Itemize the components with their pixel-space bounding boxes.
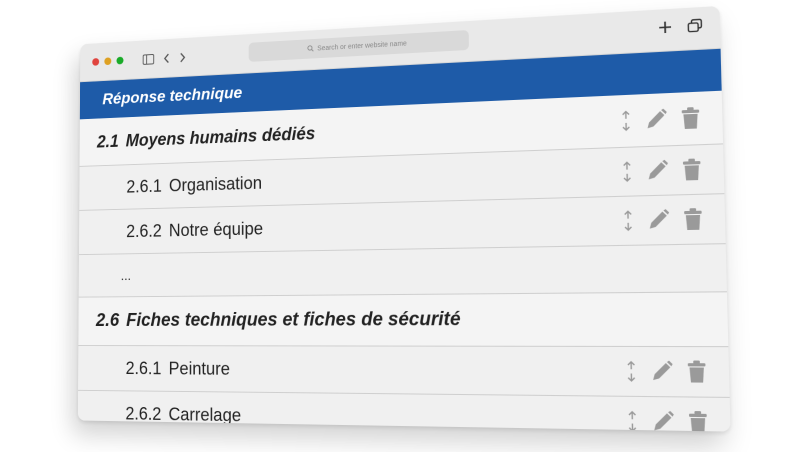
section-label: 2.1 Moyens humains dédiés — [80, 123, 316, 152]
subsection-title: Peinture — [168, 358, 230, 379]
move-up-down-icon[interactable] — [620, 110, 631, 131]
close-window-button[interactable] — [92, 58, 100, 66]
ellipsis: ... — [120, 267, 132, 283]
pencil-icon[interactable] — [646, 208, 670, 232]
subsection-label: 2.6.1 Organisation — [79, 173, 262, 199]
forward-icon[interactable] — [179, 52, 186, 63]
subsection-title: Carrelage — [168, 403, 242, 425]
pencil-icon[interactable] — [651, 410, 676, 432]
subsection-title: Notre équipe — [168, 218, 264, 240]
address-bar[interactable]: Search or enter website name — [248, 29, 469, 62]
navigation-controls — [143, 52, 186, 65]
toolbar-actions — [658, 18, 703, 39]
row-actions — [627, 410, 709, 432]
subsection-label: 2.6.2 Notre équipe — [79, 218, 263, 242]
stage: Search or enter website name Réponse tec… — [0, 0, 800, 452]
subsection-number: 2.6.1 — [126, 175, 162, 196]
move-up-down-icon[interactable] — [623, 210, 634, 231]
section-row[interactable]: 2.6 Fiches techniques et fiches de sécur… — [78, 292, 729, 348]
trash-icon[interactable] — [687, 360, 707, 384]
row-actions — [620, 106, 700, 132]
minimize-window-button[interactable] — [104, 57, 112, 66]
section-label: 2.6 Fiches techniques et fiches de sécur… — [78, 308, 461, 332]
row-actions — [623, 207, 704, 232]
pencil-icon[interactable] — [645, 159, 669, 183]
subsection-label: 2.6.2 Carrelage — [78, 403, 241, 426]
subsection-number: 2.6.1 — [125, 358, 162, 378]
back-icon[interactable] — [163, 53, 170, 64]
subsection-label: 2.6.1 Peinture — [78, 358, 230, 379]
search-icon — [307, 44, 314, 53]
subsection-number: 2.6.2 — [125, 403, 162, 424]
row-actions — [626, 360, 707, 384]
trash-icon[interactable] — [688, 410, 709, 432]
trash-icon[interactable] — [682, 158, 702, 182]
move-up-down-icon[interactable] — [627, 411, 638, 432]
page-title: Réponse technique — [102, 83, 243, 109]
trash-icon[interactable] — [681, 106, 701, 130]
trash-icon[interactable] — [683, 207, 703, 231]
tab-overview-icon[interactable] — [687, 18, 703, 38]
sidebar-toggle-icon[interactable] — [143, 53, 154, 64]
pencil-icon[interactable] — [644, 108, 668, 132]
move-up-down-icon[interactable] — [622, 161, 633, 182]
section-title: Moyens humains dédiés — [125, 122, 316, 150]
new-tab-icon[interactable] — [658, 20, 672, 39]
move-up-down-icon[interactable] — [626, 361, 637, 382]
subsection-row[interactable]: 2.6.2 Carrelage — [77, 390, 731, 432]
section-title: Fiches techniques et fiches de sécurité — [126, 308, 461, 331]
section-number: 2.6 — [95, 310, 120, 331]
section-number: 2.1 — [96, 131, 119, 151]
address-placeholder: Search or enter website name — [317, 40, 407, 52]
subsection-row[interactable]: 2.6.1 Peinture — [78, 346, 730, 398]
traffic-lights — [92, 56, 124, 66]
row-actions — [622, 158, 702, 183]
maximize-window-button[interactable] — [116, 56, 124, 65]
subsection-number: 2.6.2 — [126, 220, 162, 241]
pencil-icon[interactable] — [649, 360, 674, 384]
browser-window: Search or enter website name Réponse tec… — [77, 5, 731, 432]
subsection-title: Organisation — [168, 172, 263, 195]
